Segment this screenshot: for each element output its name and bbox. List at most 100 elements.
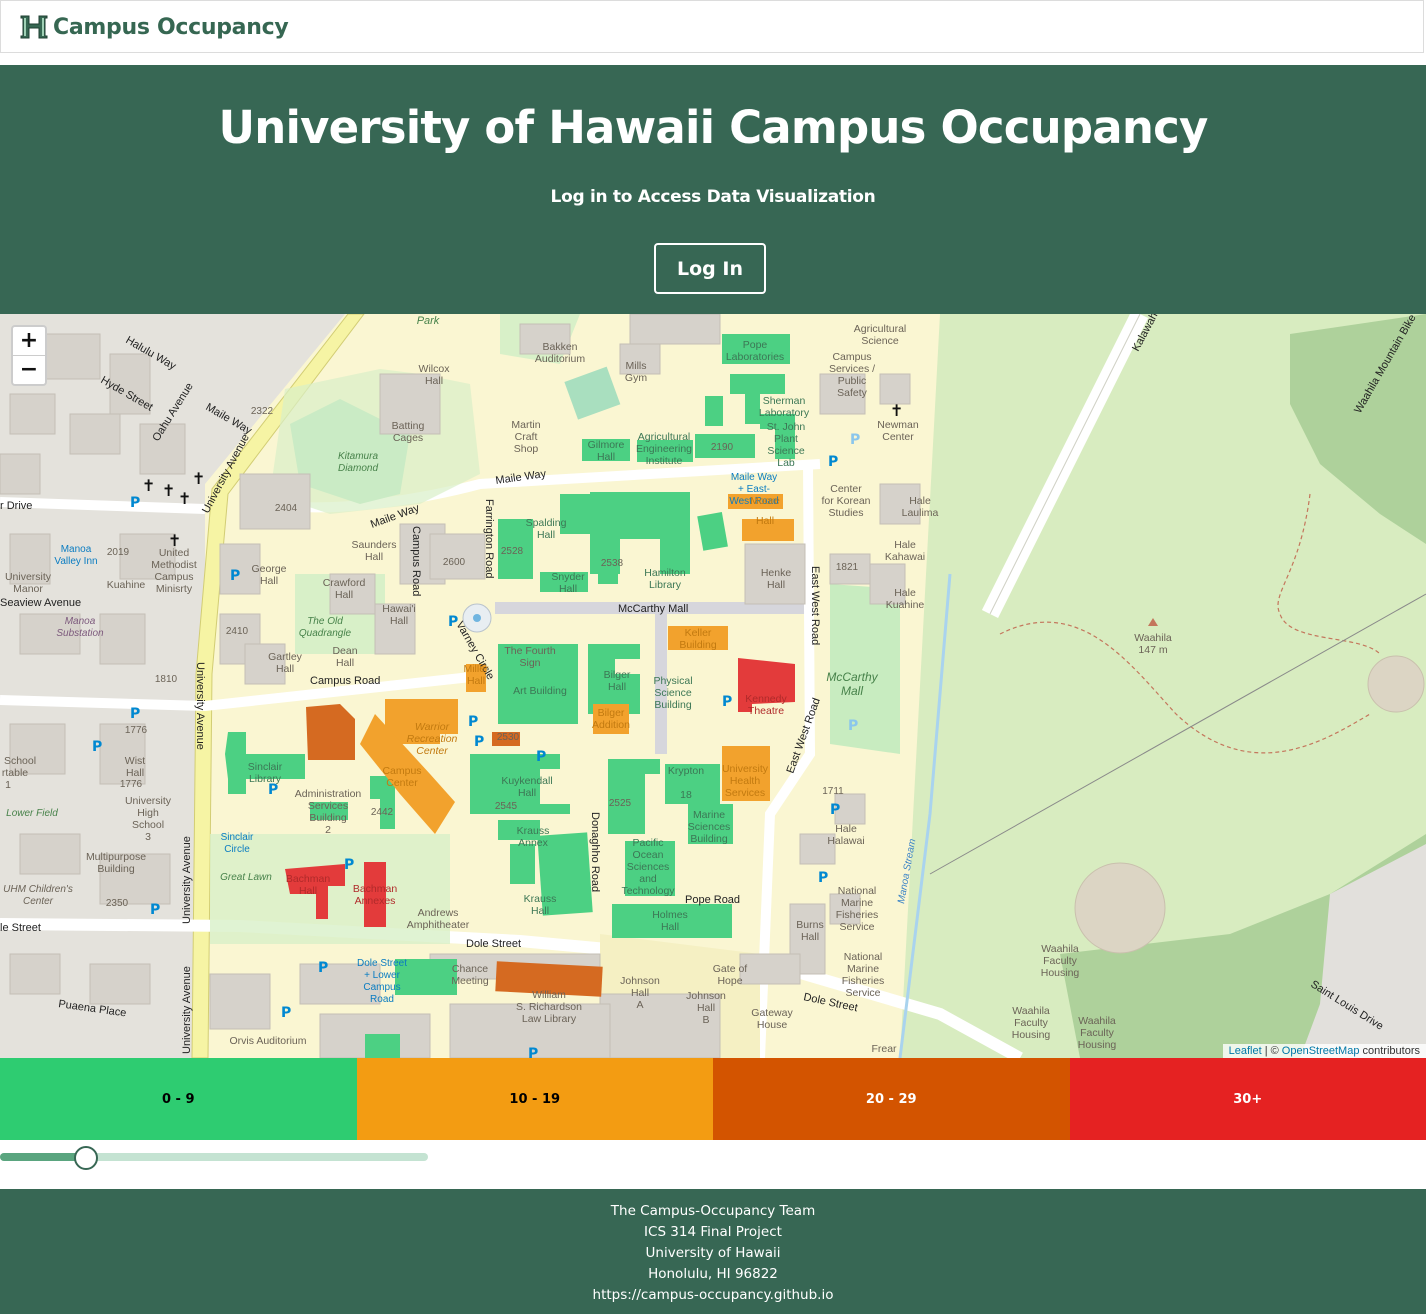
svg-text:Sinclair: Sinclair [248,761,283,773]
svg-text:Science: Science [861,335,899,347]
svg-text:Hall: Hall [390,615,408,627]
attribution-suffix: contributors [1362,1045,1420,1057]
svg-text:Kuykendall: Kuykendall [501,775,552,787]
zoom-in-button[interactable]: + [13,327,45,355]
footer-url[interactable]: https://campus-occupancy.github.io [0,1285,1426,1306]
svg-text:Dean: Dean [332,645,357,657]
svg-text:Keller: Keller [685,627,712,639]
svg-text:Hall: Hall [697,1002,715,1014]
svg-text:Meeting: Meeting [451,975,489,987]
svg-text:Kitamura: Kitamura [338,451,378,462]
svg-text:University: University [125,795,172,807]
svg-text:2530: 2530 [497,732,520,743]
svg-text:Studies: Studies [828,507,863,519]
svg-text:Hall: Hall [559,583,577,595]
svg-text:Hall: Hall [661,921,679,933]
svg-text:Manor: Manor [13,583,43,595]
svg-text:rtable: rtable [2,767,28,779]
svg-text:Laboratories: Laboratories [726,351,784,363]
svg-text:Hall: Hall [801,931,819,943]
svg-text:Halawai: Halawai [827,835,864,847]
svg-text:✝: ✝ [890,401,903,420]
svg-text:William: William [532,989,566,1001]
svg-text:147 m: 147 m [1138,644,1167,656]
svg-text:Amphitheater: Amphitheater [407,919,470,931]
svg-text:Kahawai: Kahawai [885,551,925,563]
svg-text:Wist: Wist [125,755,145,767]
svg-text:McCarthy: McCarthy [826,670,878,684]
svg-text:P: P [92,739,102,755]
svg-text:Martin: Martin [511,419,540,431]
svg-text:Agricultural: Agricultural [854,323,907,335]
svg-text:Waahila: Waahila [1012,1005,1050,1017]
svg-text:2545: 2545 [495,801,518,812]
svg-text:✝: ✝ [162,481,175,500]
svg-text:2442: 2442 [371,807,394,818]
slider-thumb[interactable] [74,1146,98,1170]
svg-text:Gateway: Gateway [751,1007,793,1019]
svg-text:Addition: Addition [592,719,630,731]
svg-text:Bilger: Bilger [604,669,631,681]
svg-text:Safety: Safety [837,387,868,399]
svg-text:Burns: Burns [796,919,823,931]
svg-text:Hall: Hall [597,451,615,463]
svg-text:+ East-: + East- [738,484,770,495]
svg-text:Kuahine: Kuahine [107,579,146,591]
svg-text:Shop: Shop [514,443,539,455]
svg-text:P: P [850,432,860,448]
leaflet-link[interactable]: Leaflet [1229,1045,1262,1057]
svg-text:Pope: Pope [743,339,768,351]
svg-text:School: School [4,755,36,767]
svg-text:Mall: Mall [841,684,863,698]
road-label-seaview: Seaview Avenue [0,597,81,609]
svg-text:18: 18 [680,789,692,801]
svg-text:Service: Service [839,921,874,933]
svg-text:Hale: Hale [835,823,857,835]
svg-text:Annexes: Annexes [355,895,396,907]
campus-map[interactable]: Halulu Way Hyde Street Oahu Avenue Maile… [0,314,1426,1058]
svg-text:Services: Services [725,787,765,799]
svg-text:Fisheries: Fisheries [842,975,885,987]
svg-text:Park: Park [417,315,440,327]
svg-text:P: P [318,960,328,976]
svg-text:Health: Health [730,775,761,787]
svg-text:Wilcox: Wilcox [419,363,451,375]
svg-text:Campus: Campus [832,351,871,363]
zoom-out-button[interactable]: − [13,355,45,384]
svg-text:The Old: The Old [307,616,343,627]
svg-text:Sign: Sign [519,657,540,669]
road-label-pope: Pope Road [685,894,740,906]
login-button[interactable]: Log In [654,243,766,294]
openstreetmap-link[interactable]: OpenStreetMap [1282,1045,1360,1057]
footer-team: The Campus-Occupancy Team [610,1203,816,1219]
time-slider[interactable] [0,1146,428,1170]
road-label-dole: Dole Street [466,938,521,950]
svg-text:Hall: Hall [335,589,353,601]
svg-text:Hale: Hale [894,539,916,551]
svg-text:Marine: Marine [847,963,879,975]
svg-text:Campus: Campus [382,765,421,777]
svg-text:Campus: Campus [363,982,400,993]
svg-text:P: P [281,1005,291,1021]
page-title: University of Hawaii Campus Occupancy [218,101,1208,154]
svg-text:✝: ✝ [192,469,205,488]
svg-text:Great Lawn: Great Lawn [220,872,272,883]
brand-link[interactable]: Campus Occupancy [19,13,289,41]
svg-text:Physical: Physical [653,675,692,687]
svg-text:2600: 2600 [443,557,466,568]
svg-text:University: University [5,571,52,583]
footer: The Campus-Occupancy Team ICS 314 Final … [0,1189,1426,1314]
svg-text:Service: Service [845,987,880,999]
svg-text:UHM Children's: UHM Children's [3,884,73,895]
svg-text:2: 2 [325,824,331,836]
svg-text:P: P [848,718,858,734]
svg-text:P: P [130,495,140,511]
svg-text:P: P [818,870,828,886]
svg-text:Marine: Marine [841,897,873,909]
svg-text:Ocean: Ocean [633,849,664,861]
svg-text:Science: Science [767,445,805,457]
road-label-dole-left: le Street [0,922,41,934]
svg-text:Hale: Hale [894,587,916,599]
svg-text:Faculty: Faculty [1014,1017,1049,1029]
svg-text:Sherman: Sherman [763,395,806,407]
